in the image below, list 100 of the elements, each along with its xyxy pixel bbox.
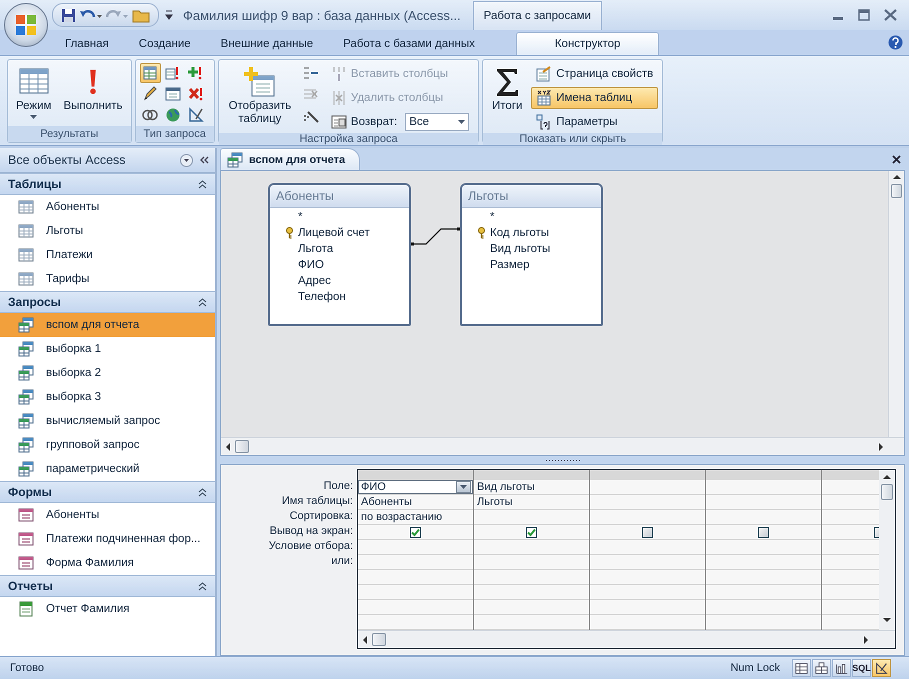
checkbox[interactable] <box>410 526 421 538</box>
nav-section-header[interactable]: Таблицы <box>0 173 215 195</box>
checkbox[interactable] <box>642 526 653 538</box>
dropdown-icon[interactable] <box>180 154 193 166</box>
scroll-right-icon[interactable] <box>862 636 870 644</box>
close-icon[interactable] <box>892 154 901 164</box>
scroll-right-icon[interactable] <box>877 442 885 451</box>
group-title: Тип запроса <box>136 126 214 142</box>
vertical-scrollbar[interactable] <box>888 171 904 438</box>
field-list-item[interactable]: * <box>462 209 601 226</box>
nav-section-header[interactable]: Формы <box>0 481 215 503</box>
view-button[interactable]: SQL <box>852 659 871 677</box>
grid-cell[interactable]: Абоненты <box>358 495 473 510</box>
nav-item[interactable]: выборка 1 <box>0 337 215 361</box>
scroll-thumb[interactable] <box>235 440 249 454</box>
scroll-thumb[interactable] <box>881 484 893 500</box>
scroll-left-icon[interactable] <box>361 636 369 644</box>
nav-item[interactable]: Платежи подчиненная фор... <box>0 527 215 551</box>
field-list-item[interactable]: Лицевой счет <box>270 225 409 242</box>
scroll-left-icon[interactable] <box>224 442 232 451</box>
grid-cell[interactable] <box>590 525 705 540</box>
maximize-icon[interactable] <box>858 9 870 21</box>
nav-item[interactable]: выборка 2 <box>0 361 215 385</box>
ribbon-tab[interactable]: Создание <box>124 32 206 55</box>
dropdown-button[interactable] <box>456 481 471 493</box>
nav-item[interactable]: вычисляемый запрос <box>0 409 215 433</box>
scroll-thumb[interactable] <box>372 633 386 646</box>
nav-item[interactable]: параметрический <box>0 457 215 481</box>
nav-item[interactable]: групповой запрос <box>0 433 215 457</box>
nav-item[interactable]: Абоненты <box>0 503 215 527</box>
ribbon-button[interactable]: Имена таблиц <box>531 87 658 109</box>
nav-item[interactable]: Льготы <box>0 219 215 243</box>
ribbon-button[interactable]: Режим <box>12 63 56 126</box>
office-button[interactable] <box>4 3 48 47</box>
vertical-scrollbar[interactable] <box>879 470 895 630</box>
ribbon-tab[interactable]: Главная <box>50 32 124 55</box>
ribbon-tab[interactable]: Внешние данные <box>206 32 328 55</box>
field-list-window[interactable]: Абоненты * Лицевой счет Льгота ФИО Адрес Телефон <box>268 183 411 326</box>
field-list-item[interactable]: Телефон <box>270 289 409 306</box>
view-button[interactable] <box>832 659 851 677</box>
report-icon <box>18 601 34 617</box>
save-icon[interactable] <box>61 8 76 22</box>
horizontal-scrollbar[interactable] <box>358 630 895 648</box>
scroll-down-icon[interactable] <box>883 616 891 624</box>
field-list-item[interactable]: Размер <box>462 257 601 274</box>
grid-cell[interactable] <box>358 525 473 540</box>
collapse-pane-icon[interactable] <box>199 155 209 165</box>
nav-item[interactable]: Тарифы <box>0 267 215 291</box>
return-dropdown[interactable]: Все <box>405 113 470 131</box>
ribbon-button[interactable]: Итоги <box>487 63 528 133</box>
checkbox[interactable] <box>758 526 769 538</box>
join-line[interactable] <box>411 228 460 246</box>
nav-section-header[interactable]: Отчеты <box>0 575 215 597</box>
num-lock-indicator: Num Lock <box>730 662 780 674</box>
field-list-item[interactable]: Код льготы <box>462 225 601 242</box>
scroll-up-icon[interactable] <box>892 173 900 182</box>
scroll-thumb[interactable] <box>891 184 902 198</box>
view-button[interactable] <box>792 659 811 677</box>
ribbon-button[interactable]: Отобразить таблицу <box>222 63 297 133</box>
field-list-item[interactable]: Льгота <box>270 241 409 258</box>
field-list-item[interactable]: Вид льготы <box>462 241 601 258</box>
ribbon-icon-button[interactable] <box>140 63 161 83</box>
return-control[interactable]: Возврат: Все <box>326 111 474 133</box>
ribbon-button[interactable]: Параметры <box>531 111 658 133</box>
group-title: Показать или скрыть <box>483 133 662 145</box>
field-list-item[interactable]: ФИО <box>270 257 409 274</box>
grid-cell[interactable] <box>474 525 589 540</box>
view-button[interactable] <box>812 659 831 677</box>
view-button[interactable] <box>872 659 891 677</box>
nav-item[interactable]: выборка 3 <box>0 385 215 409</box>
nav-item[interactable]: Форма Фамилия <box>0 551 215 575</box>
field-list-item[interactable]: * <box>270 209 409 226</box>
splitter-grip-icon[interactable] <box>546 458 580 462</box>
grid-cell[interactable]: Льготы <box>474 495 589 510</box>
nav-item[interactable]: вспом для отчета <box>0 313 215 337</box>
grid-cell[interactable] <box>706 525 821 540</box>
field-list-item[interactable]: Адрес <box>270 273 409 290</box>
horizontal-scrollbar[interactable] <box>221 437 904 456</box>
checkbox[interactable] <box>526 526 537 538</box>
folder-icon[interactable] <box>132 8 150 22</box>
ribbon-button[interactable]: Страница свойств <box>531 63 658 85</box>
customize-toolbar-icon[interactable] <box>165 10 173 20</box>
field-list-window[interactable]: Льготы * Код льготы Вид льготы Размер <box>460 183 603 326</box>
grid-cell[interactable]: Вид льготы <box>474 480 589 495</box>
ribbon-button[interactable]: Выполнить <box>59 63 127 126</box>
table-names-icon <box>536 90 552 106</box>
nav-item[interactable]: Платежи <box>0 243 215 267</box>
grid-cell[interactable]: ФИО <box>358 480 473 495</box>
grid-row-label: Сортировка: <box>290 509 353 524</box>
globe-icon <box>165 107 182 123</box>
nav-item[interactable]: Отчет Фамилия <box>0 597 215 621</box>
ribbon-tab[interactable]: Конструктор <box>516 32 660 55</box>
document-tab[interactable]: вспом для отчета <box>220 148 360 170</box>
ribbon-tab[interactable]: Работа с базами данных <box>328 32 490 55</box>
nav-item[interactable]: Абоненты <box>0 195 215 219</box>
nav-section-header[interactable]: Запросы <box>0 291 215 313</box>
scroll-up-icon[interactable] <box>883 473 891 481</box>
grid-cell[interactable]: по возрастанию <box>358 510 473 525</box>
help-icon[interactable] <box>888 35 903 50</box>
table-icon <box>18 271 34 287</box>
